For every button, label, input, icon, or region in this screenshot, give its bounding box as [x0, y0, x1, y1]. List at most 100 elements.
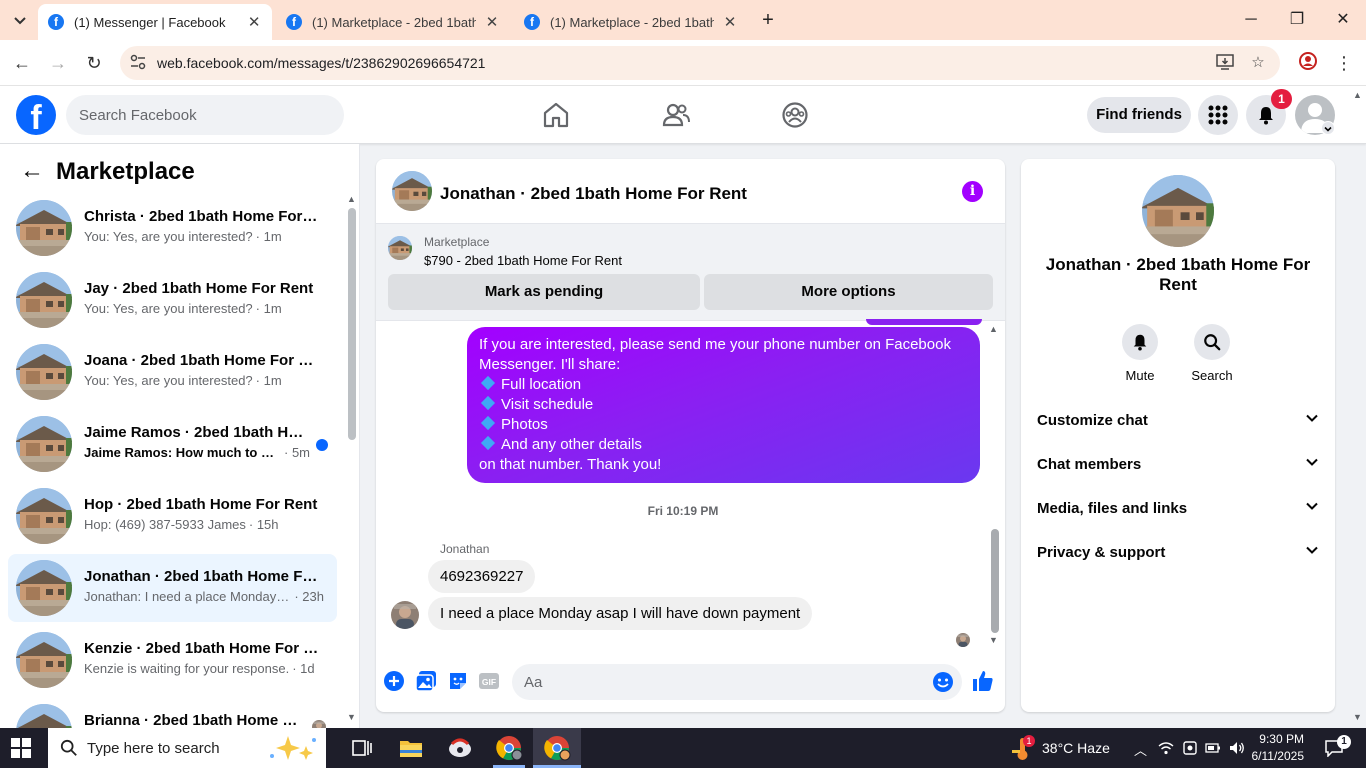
chevron-down-icon	[1306, 546, 1318, 554]
browser-tab-marketplace-2[interactable]: f (1) Marketplace - 2bed 1bath H ✕	[514, 4, 748, 40]
thumbs-up-icon[interactable]	[971, 669, 995, 693]
tab-close-icon[interactable]: ✕	[722, 13, 738, 31]
conversation-item[interactable]: Jaime Ramos · 2bed 1bath Home For Rent J…	[8, 410, 337, 478]
message-composer-input[interactable]	[512, 664, 962, 700]
conversation-item[interactable]: Joana · 2bed 1bath Home For Rent You: Ye…	[8, 338, 337, 406]
more-options-button[interactable]: More options	[704, 274, 993, 310]
list-scroll-down-arrow[interactable]: ▼	[347, 712, 356, 722]
facebook-search-input[interactable]	[66, 95, 344, 135]
minimize-window-icon[interactable]: ─	[1236, 8, 1266, 32]
emoji-icon[interactable]	[932, 671, 954, 693]
profile-icon[interactable]	[1296, 51, 1320, 75]
section-label: Customize chat	[1037, 412, 1148, 429]
sticker-icon[interactable]	[447, 670, 469, 692]
windows-start-icon[interactable]	[11, 738, 31, 758]
close-window-icon[interactable]: ✕	[1328, 8, 1358, 32]
meet-now-icon[interactable]	[1182, 740, 1198, 756]
media-files-links-section[interactable]: Media, files and links	[1029, 487, 1327, 531]
chat-listing-avatar[interactable]	[392, 171, 432, 211]
chat-scroll-up-arrow[interactable]: ▲	[989, 324, 998, 334]
conversation-name: Joana · 2bed 1bath Home For Rent	[84, 352, 320, 369]
message-line: on that number. Thank you!	[479, 456, 662, 473]
search-action[interactable]: Search	[1180, 324, 1244, 383]
tab-close-icon[interactable]: ✕	[484, 13, 500, 31]
chat-scrollbar-thumb[interactable]	[991, 529, 999, 633]
list-scrollbar-thumb[interactable]	[348, 208, 356, 440]
browser-tab-messenger[interactable]: f (1) Messenger | Facebook ✕	[38, 4, 272, 40]
listing-thumbnail	[16, 704, 72, 728]
conversation-item[interactable]: Hop · 2bed 1bath Home For Rent Hop: (469…	[8, 482, 337, 550]
unread-indicator-dot	[316, 439, 328, 451]
chat-title[interactable]: Jonathan · 2bed 1bath Home For Rent	[440, 184, 747, 204]
list-scroll-up-arrow[interactable]: ▲	[347, 194, 356, 204]
weather-text[interactable]: 38°C Haze	[1042, 740, 1110, 756]
groups-nav-icon[interactable]	[780, 100, 810, 130]
network-icon[interactable]	[1158, 740, 1174, 756]
back-arrow-icon[interactable]: ←	[10, 51, 34, 75]
chrome-active-icon[interactable]	[543, 734, 571, 762]
sender-avatar[interactable]	[391, 601, 419, 629]
tab-close-icon[interactable]: ✕	[246, 13, 262, 31]
friends-nav-icon[interactable]	[661, 100, 691, 130]
reload-icon[interactable]: ↻	[82, 51, 106, 75]
clock-time[interactable]: 9:30 PM	[1254, 732, 1304, 746]
seen-avatar	[312, 720, 326, 728]
conversation-item[interactable]: Christa · 2bed 1bath Home For Rent You: …	[8, 194, 337, 262]
conversation-item-selected[interactable]: Jonathan · 2bed 1bath Home For Rent Jona…	[8, 554, 337, 622]
conversation-item[interactable]: Jay · 2bed 1bath Home For Rent You: Yes,…	[8, 266, 337, 334]
home-nav-icon[interactable]	[541, 100, 571, 130]
clock-date[interactable]: 6/11/2025	[1246, 749, 1305, 763]
conversation-preview: Hop: (469) 387-5933 James · 15h	[84, 517, 279, 532]
conversation-item[interactable]: Brianna · 2bed 1bath Home For Rent	[8, 698, 337, 728]
forward-arrow-icon[interactable]: →	[46, 51, 70, 75]
taskbar-search-box[interactable]: Type here to search	[48, 728, 326, 768]
listing-thumbnail	[16, 272, 72, 328]
chat-scroll-down-arrow[interactable]: ▼	[989, 635, 998, 645]
privacy-support-section[interactable]: Privacy & support	[1029, 531, 1327, 575]
menu-grid-button[interactable]	[1198, 95, 1238, 135]
account-chevron-down-icon[interactable]	[1321, 121, 1335, 135]
browser-menu-icon[interactable]: ⋮	[1332, 51, 1356, 75]
svg-text:GIF: GIF	[482, 677, 496, 687]
listing-thumbnail	[16, 488, 72, 544]
customize-chat-section[interactable]: Customize chat	[1029, 399, 1327, 443]
restore-window-icon[interactable]: ❐	[1282, 8, 1312, 32]
tab-search-dropdown-icon[interactable]	[10, 10, 30, 30]
page-scroll-up-arrow[interactable]: ▲	[1353, 90, 1362, 100]
listing-title[interactable]: $790 - 2bed 1bath Home For Rent	[424, 253, 622, 268]
chat-info-panel: Jonathan · 2bed 1bath Home For Rent Mute…	[1021, 159, 1335, 712]
chrome-profile-icon[interactable]	[495, 734, 523, 762]
find-friends-button[interactable]: Find friends	[1087, 97, 1191, 133]
incoming-message-bubble[interactable]: I need a place Monday asap I will have d…	[428, 597, 813, 630]
info-icon[interactable]: i	[962, 181, 983, 202]
conversation-item[interactable]: Kenzie · 2bed 1bath Home For Rent Kenzie…	[8, 626, 337, 694]
outgoing-message-bubble[interactable]: If you are interested, please send me yo…	[467, 327, 980, 483]
task-view-icon[interactable]	[348, 734, 376, 762]
new-tab-plus-icon[interactable]: +	[753, 8, 783, 32]
show-hidden-icons-chevron[interactable]: ︿	[1134, 740, 1147, 759]
listing-thumbnail[interactable]	[388, 236, 412, 260]
mark-as-pending-button[interactable]: Mark as pending	[388, 274, 700, 310]
contact-listing-avatar[interactable]	[1142, 175, 1214, 247]
action-label: Mute	[1125, 368, 1155, 383]
browser-tab-marketplace-1[interactable]: f (1) Marketplace - 2bed 1bath H ✕	[276, 4, 510, 40]
back-arrow-icon[interactable]: ←	[20, 158, 46, 184]
photo-gallery-icon[interactable]	[415, 670, 437, 692]
plus-circle-icon[interactable]	[383, 670, 405, 692]
page-scroll-down-arrow[interactable]: ▼	[1353, 712, 1362, 722]
volume-icon[interactable]	[1228, 740, 1246, 756]
mute-action[interactable]: Mute	[1108, 324, 1172, 383]
blue-diamond-icon	[480, 415, 496, 431]
chat-members-section[interactable]: Chat members	[1029, 443, 1327, 487]
snipping-app-icon[interactable]	[446, 734, 474, 762]
site-settings-icon[interactable]	[128, 53, 148, 73]
facebook-logo-icon[interactable]: f	[16, 95, 56, 135]
file-explorer-icon[interactable]	[397, 734, 425, 762]
bookmark-star-icon[interactable]: ☆	[1248, 53, 1268, 73]
gif-icon[interactable]: GIF	[478, 670, 500, 692]
url-omnibox[interactable]: web.facebook.com/messages/t/238629026966…	[120, 46, 1280, 80]
install-app-icon[interactable]	[1215, 53, 1235, 73]
incoming-message-bubble[interactable]: 4692369227	[428, 560, 536, 593]
battery-icon[interactable]	[1205, 741, 1221, 755]
conversation-name: Jaime Ramos · 2bed 1bath Home For Rent	[84, 424, 310, 441]
